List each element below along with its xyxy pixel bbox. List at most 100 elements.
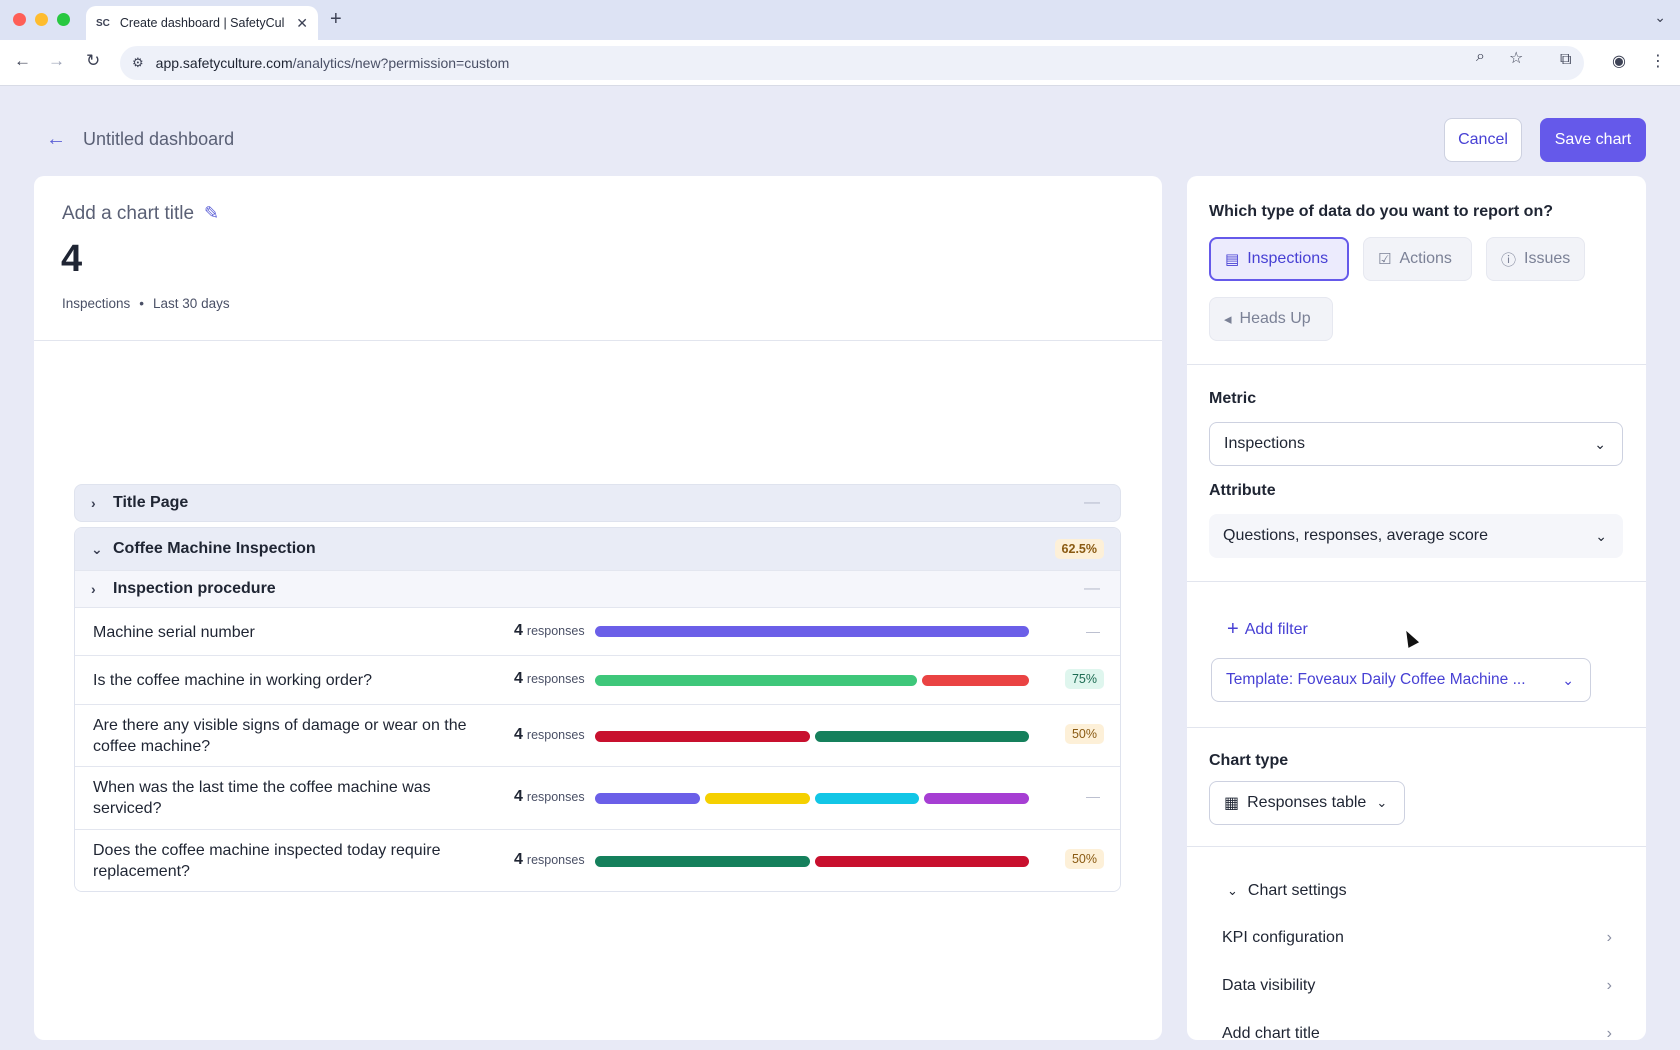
edit-pencil-icon[interactable]: ✎ xyxy=(204,203,219,224)
section-score-badge: 62.5% xyxy=(1054,539,1104,559)
site-settings-icon[interactable]: ⚙ xyxy=(132,55,144,71)
browser-menu-icon[interactable]: ⋮ xyxy=(1650,51,1666,71)
response-bar xyxy=(595,675,1029,686)
chart-type-select[interactable]: ▦ Responses table ⌄ xyxy=(1209,781,1405,825)
question-row[interactable]: Is the coffee machine in working order? … xyxy=(75,655,1120,704)
chart-config-panel: Which type of data do you want to report… xyxy=(1187,176,1646,1040)
data-type-label: Actions xyxy=(1399,250,1452,267)
data-type-actions-button[interactable]: ☑ Actions xyxy=(1363,237,1472,281)
setting-label: KPI configuration xyxy=(1222,929,1344,946)
question-row[interactable]: When was the last time the coffee machin… xyxy=(75,766,1120,829)
table-icon: ▦ xyxy=(1224,795,1240,812)
data-type-inspections-button[interactable]: ▤ Inspections xyxy=(1209,237,1349,281)
data-type-label: Inspections xyxy=(1247,250,1329,267)
extensions-puzzle-icon[interactable]: ⧉ xyxy=(1560,51,1571,69)
data-type-question: Which type of data do you want to report… xyxy=(1209,203,1553,220)
chevron-down-icon: ⌄ xyxy=(1227,883,1238,898)
response-count: 4 responses xyxy=(514,788,585,806)
response-count: 4 responses xyxy=(514,726,585,744)
question-row[interactable]: Does the coffee machine inspected today … xyxy=(75,829,1120,891)
response-bar-segment xyxy=(595,731,810,742)
back-arrow-icon[interactable]: ← xyxy=(46,128,66,151)
tab-list-chevron-icon[interactable]: ⌄ xyxy=(1654,9,1666,26)
setting-add-chart-title[interactable]: Add chart title › xyxy=(1222,1025,1612,1040)
data-type-issues-button[interactable]: ⓘ Issues xyxy=(1486,237,1585,281)
response-count: 4 responses xyxy=(514,622,585,640)
section-row-title-page[interactable]: › Title Page — xyxy=(74,484,1121,522)
template-filter-select[interactable]: Template: Foveaux Daily Coffee Machine .… xyxy=(1211,658,1591,702)
save-chart-button[interactable]: Save chart xyxy=(1540,118,1646,162)
add-filter-button[interactable]: + Add filter xyxy=(1227,618,1308,641)
response-count-value: 4 xyxy=(514,788,523,805)
back-nav-icon[interactable]: ← xyxy=(14,51,31,71)
chevron-down-icon: ⌄ xyxy=(1594,435,1606,452)
window-maximize-button[interactable] xyxy=(57,13,70,26)
filter-value: Template: Foveaux Daily Coffee Machine .… xyxy=(1226,671,1526,688)
chevron-right-icon: › xyxy=(91,495,96,511)
question-row[interactable]: Are there any visible signs of damage or… xyxy=(75,704,1120,766)
response-bar-segment xyxy=(595,793,700,804)
question-text: Machine serial number xyxy=(93,624,255,641)
forward-nav-icon[interactable]: → xyxy=(48,51,65,71)
response-bar-segment xyxy=(595,856,810,867)
response-count: 4 responses xyxy=(514,851,585,869)
address-bar[interactable]: ⚙ app.safetyculture.com/analytics/new?pe… xyxy=(120,46,1584,80)
cancel-button[interactable]: Cancel xyxy=(1444,118,1522,162)
reload-icon[interactable]: ↻ xyxy=(86,51,100,71)
response-bar-segment xyxy=(704,793,810,804)
clipboard-icon: ▤ xyxy=(1225,251,1240,268)
attribute-value: Questions, responses, average score xyxy=(1223,527,1489,544)
response-count-value: 4 xyxy=(514,726,523,743)
response-bar xyxy=(595,731,1029,742)
chart-settings-toggle[interactable]: ⌄ Chart settings xyxy=(1227,882,1347,900)
section-label: Coffee Machine Inspection xyxy=(113,540,316,557)
dashboard-title[interactable]: Untitled dashboard xyxy=(83,129,234,150)
browser-tab-active[interactable]: SC Create dashboard | SafetyCul ✕ xyxy=(86,6,318,40)
window-close-button[interactable] xyxy=(13,13,26,26)
chart-type-value: Responses table xyxy=(1247,794,1367,811)
panel-divider xyxy=(1187,846,1646,847)
new-tab-icon[interactable]: + xyxy=(330,8,342,31)
chevron-right-icon: › xyxy=(1606,929,1612,946)
question-row[interactable]: Machine serial number 4 responses — xyxy=(75,607,1120,655)
window-minimize-button[interactable] xyxy=(35,13,48,26)
chart-title-placeholder[interactable]: Add a chart title xyxy=(62,203,194,225)
url-path: /analytics/new?permission=custom xyxy=(292,55,510,71)
question-text: Does the coffee machine inspected today … xyxy=(93,842,441,880)
megaphone-icon: ◂ xyxy=(1224,311,1232,328)
setting-kpi-configuration[interactable]: KPI configuration › xyxy=(1222,929,1612,947)
chevron-down-icon: ⌄ xyxy=(1376,795,1388,810)
tab-close-icon[interactable]: ✕ xyxy=(296,15,308,32)
subsection-label: Inspection procedure xyxy=(113,580,276,597)
empty-score-dash: — xyxy=(1084,494,1100,511)
data-type-heads-up-button[interactable]: ◂ Heads Up xyxy=(1209,297,1333,341)
metric-label: Metric xyxy=(1209,390,1257,407)
data-type-label: Issues xyxy=(1524,250,1571,267)
add-filter-label: Add filter xyxy=(1244,620,1308,638)
bookmark-star-icon[interactable]: ☆ xyxy=(1509,48,1523,68)
setting-data-visibility[interactable]: Data visibility › xyxy=(1222,977,1612,995)
metric-select[interactable]: Inspections ⌄ xyxy=(1209,422,1623,466)
response-bar-segment xyxy=(814,793,920,804)
response-bar xyxy=(595,793,1029,804)
question-text: When was the last time the coffee machin… xyxy=(93,779,431,817)
attribute-select[interactable]: Questions, responses, average score ⌄ xyxy=(1209,514,1623,558)
empty-score-dash: — xyxy=(1086,788,1100,804)
response-bar-segment xyxy=(595,626,1029,637)
metric-value: Inspections xyxy=(1224,435,1305,452)
meta-data-type: Inspections xyxy=(62,296,131,311)
tab-title: Create dashboard | SafetyCul xyxy=(119,16,285,30)
question-score-badge: 75% xyxy=(1064,669,1104,689)
profile-avatar-icon[interactable]: ◉ xyxy=(1612,51,1626,71)
question-text: Is the coffee machine in working order? xyxy=(93,672,372,689)
setting-label: Add chart title xyxy=(1222,1025,1320,1040)
zoom-icon[interactable]: ⌕ xyxy=(1476,48,1485,66)
responses-word: responses xyxy=(526,624,585,638)
chevron-right-icon: › xyxy=(91,581,96,597)
responses-word: responses xyxy=(526,672,585,686)
chart-preview-card: Add a chart title ✎ 4 Inspections • Last… xyxy=(34,176,1162,1040)
subsection-row-inspection-procedure[interactable]: › Inspection procedure — xyxy=(75,570,1120,607)
section-row-coffee-machine-inspection[interactable]: ⌄ Coffee Machine Inspection 62.5% xyxy=(75,528,1120,570)
panel-divider xyxy=(1187,364,1646,365)
browser-tabbar: SC Create dashboard | SafetyCul ✕ + ⌄ xyxy=(0,0,1680,40)
